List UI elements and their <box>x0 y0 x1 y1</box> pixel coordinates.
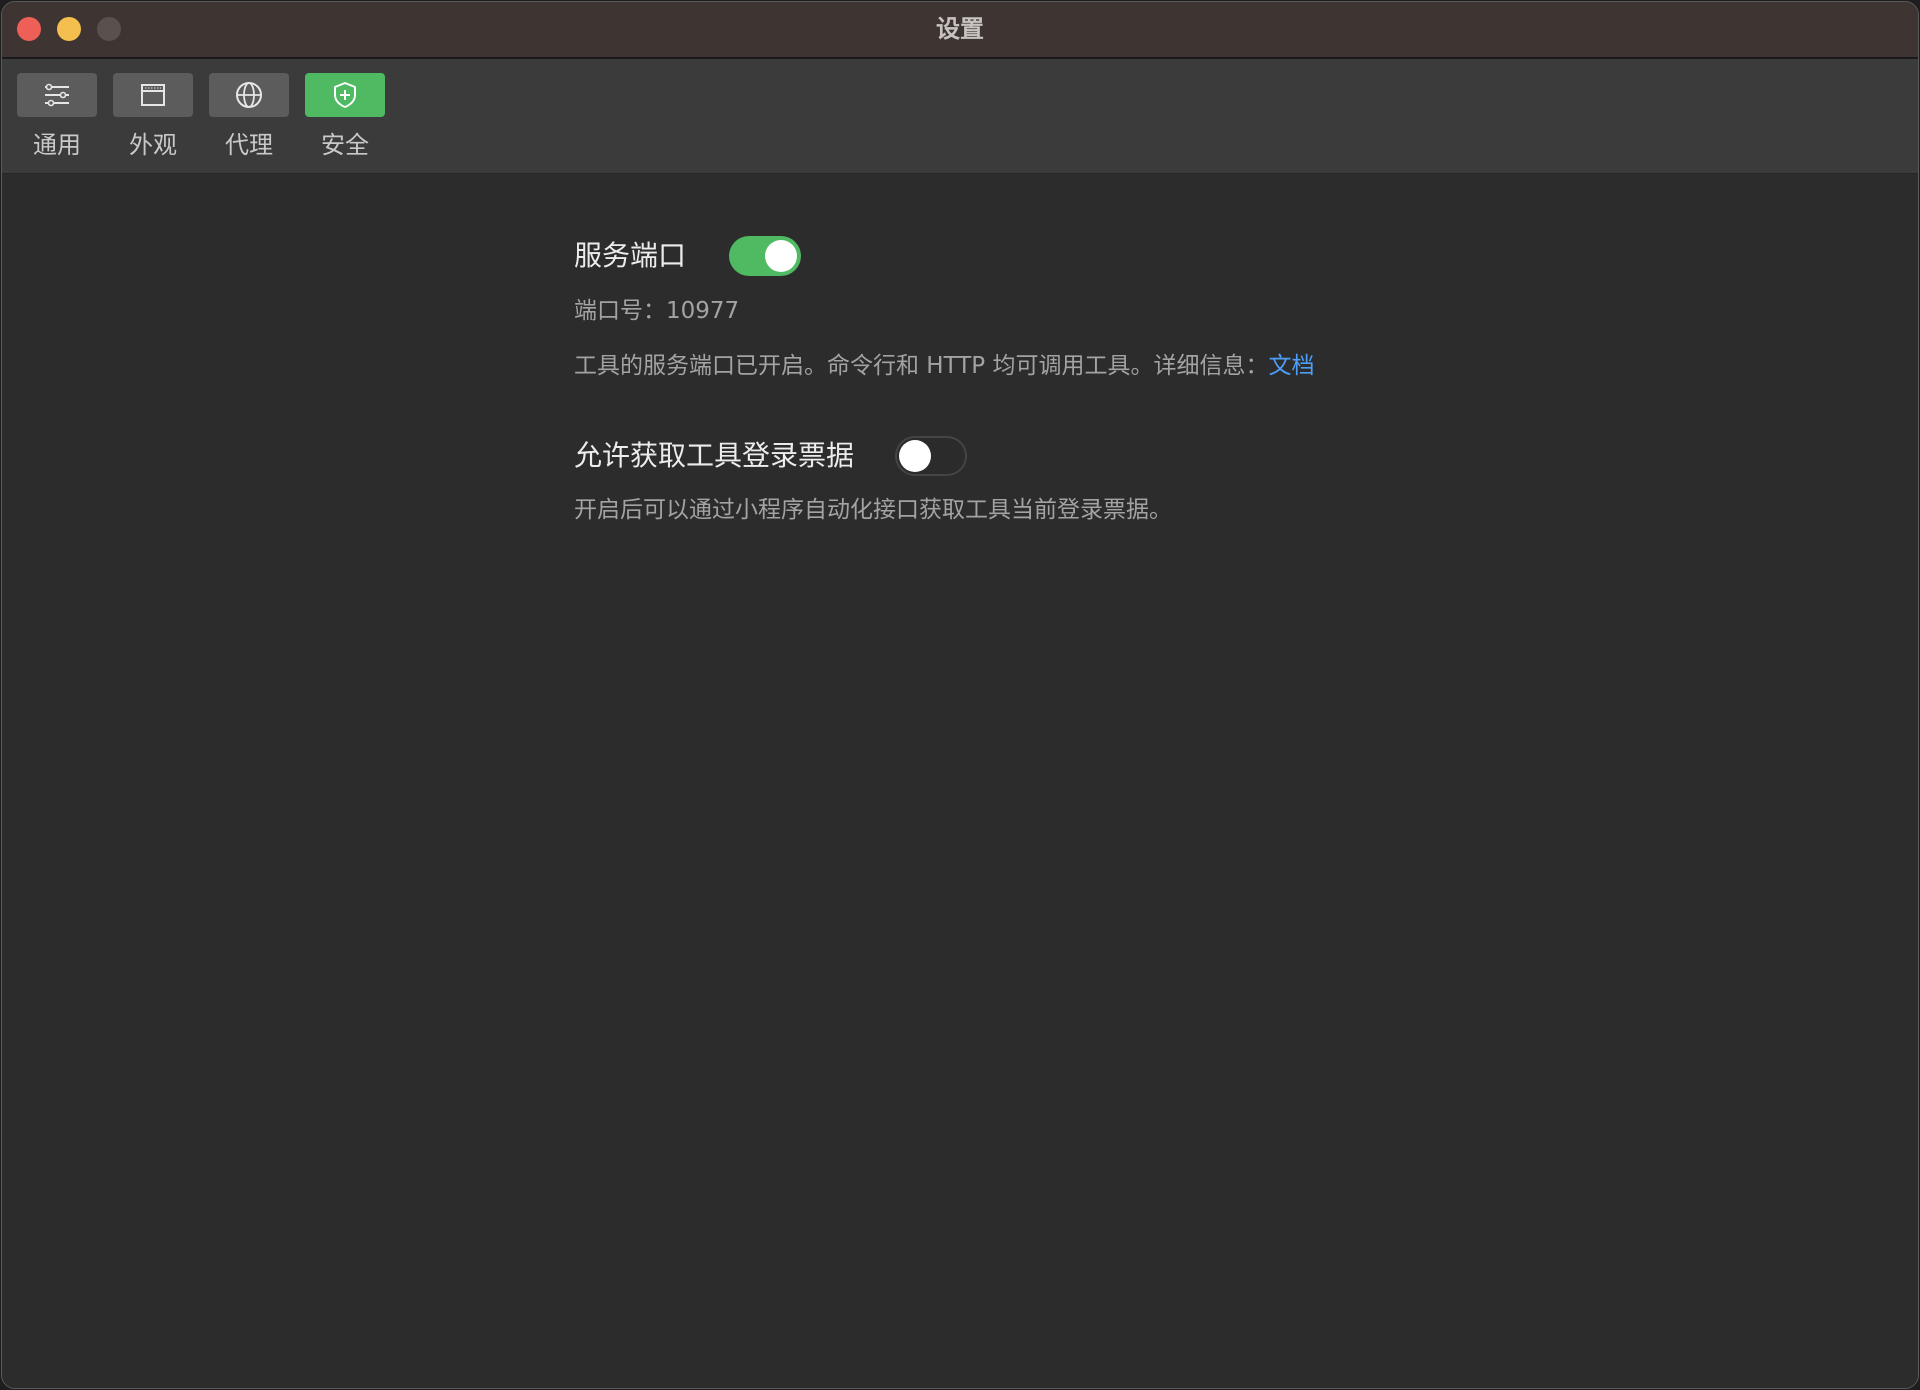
tab-security-label: 安全 <box>321 131 369 159</box>
tab-security[interactable]: 安全 <box>305 73 385 169</box>
sliders-icon <box>45 83 69 107</box>
tab-proxy[interactable]: 代理 <box>209 73 289 169</box>
globe-icon <box>236 82 262 108</box>
tab-proxy-label: 代理 <box>225 131 273 159</box>
settings-window: 设置 通用 外观 代理 安全 服务端口 端口号：10977 工具的服务端口已开启… <box>1 1 1919 1389</box>
service-port-number: 端口号：10977 <box>574 298 740 324</box>
tab-security-button[interactable] <box>305 73 385 117</box>
tab-appearance-button[interactable] <box>113 73 193 117</box>
title-bar: 设置 <box>2 2 1918 59</box>
docs-link[interactable]: 文档 <box>1268 353 1314 379</box>
tab-general-button[interactable] <box>17 73 97 117</box>
tab-general-label: 通用 <box>33 131 81 159</box>
service-port-description-row: 工具的服务端口已开启。命令行和 HTTP 均可调用工具。详细信息：文档 <box>574 351 1314 381</box>
preferences-toolbar: 通用 外观 代理 安全 <box>2 59 1918 174</box>
tab-appearance[interactable]: 外观 <box>113 73 193 169</box>
shield-plus-icon <box>334 82 356 108</box>
tab-appearance-label: 外观 <box>129 131 177 159</box>
window-icon <box>141 84 165 106</box>
login-ticket-description: 开启后可以通过小程序自动化接口获取工具当前登录票据。 <box>574 497 1172 523</box>
service-port-title: 服务端口 <box>574 239 687 272</box>
login-ticket-title: 允许获取工具登录票据 <box>574 439 855 472</box>
window-title: 设置 <box>936 15 984 43</box>
service-port-toggle[interactable] <box>729 236 801 276</box>
login-ticket-toggle[interactable] <box>895 436 967 476</box>
service-port-description: 工具的服务端口已开启。命令行和 HTTP 均可调用工具。详细信息： <box>574 353 1269 379</box>
security-settings-panel: 服务端口 端口号：10977 工具的服务端口已开启。命令行和 HTTP 均可调用… <box>2 174 1918 1388</box>
tab-general[interactable]: 通用 <box>17 73 97 169</box>
tab-proxy-button[interactable] <box>209 73 289 117</box>
toggle-knob <box>765 240 797 272</box>
toggle-knob <box>899 440 931 472</box>
